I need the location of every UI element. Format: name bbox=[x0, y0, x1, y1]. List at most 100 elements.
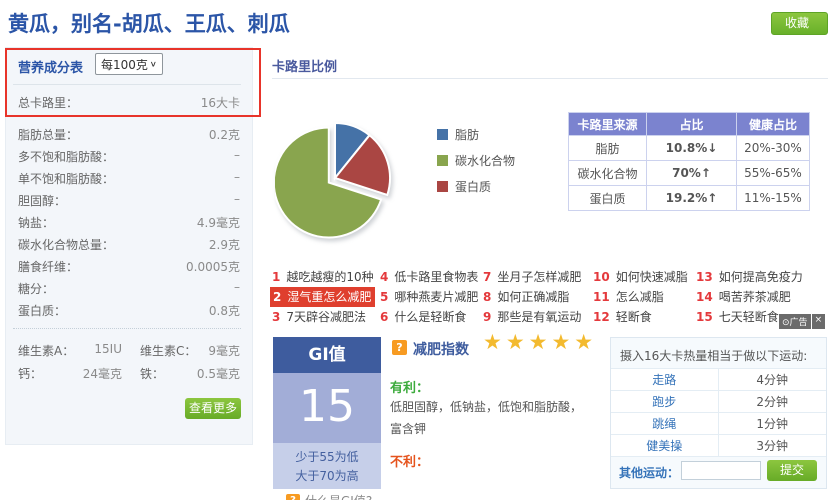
link-number: 7 bbox=[483, 270, 492, 284]
legend-swatch-protein bbox=[437, 181, 448, 192]
quick-link[interactable]: 3 7天辟谷减肥法 bbox=[272, 308, 366, 325]
quick-link[interactable]: 14 喝苦荞茶减肥 bbox=[696, 288, 791, 305]
link-text: 7天辟谷减肥法 bbox=[286, 310, 366, 324]
exercise-name-link[interactable]: 跳绳 bbox=[611, 412, 719, 435]
link-number: 5 bbox=[380, 290, 389, 304]
row-value: 0.0005克 bbox=[186, 260, 240, 274]
exercise-table: 走路 4分钟 跑步 2分钟 跳绳 1分钟 健美操 3分钟 bbox=[611, 368, 826, 457]
exercise-duration: 2分钟 bbox=[718, 390, 826, 413]
column-header: 占比 bbox=[646, 112, 737, 136]
table-row: 蛋白质 19.2%↑ 11%-15% bbox=[568, 185, 810, 211]
link-text: 如何提高免疫力 bbox=[718, 270, 803, 284]
link-number: 15 bbox=[696, 310, 713, 324]
row-label: 单不饱和脂肪酸： bbox=[18, 172, 115, 186]
link-text: 坐月子怎样减肥 bbox=[497, 270, 582, 284]
link-number: 14 bbox=[696, 290, 713, 304]
legend-swatch-fat bbox=[437, 129, 448, 140]
quick-link-highlighted[interactable]: 2 湿气重怎么减肥 bbox=[270, 287, 376, 307]
row-label: 膳食纤维： bbox=[18, 260, 79, 274]
quick-link[interactable]: 8 如何正确减脂 bbox=[483, 288, 569, 305]
row-value: 0.5毫克 bbox=[196, 367, 240, 381]
quick-link[interactable]: 15 七天轻断食 bbox=[696, 308, 779, 325]
row-value: 2.9克 bbox=[208, 238, 240, 252]
quick-link[interactable]: 12 轻断食 bbox=[593, 308, 652, 325]
favorite-button[interactable]: 收藏我 bbox=[771, 12, 828, 51]
pros-text: 富含钾 bbox=[390, 422, 427, 436]
link-text: 喝苦荞茶减肥 bbox=[718, 290, 791, 304]
row-value: 0.8克 bbox=[208, 304, 240, 318]
ad-eye-icon: ⊙ bbox=[782, 318, 790, 328]
nutrient-row: 糖分： – bbox=[18, 280, 240, 297]
divider bbox=[272, 78, 828, 79]
arrow-down-icon: ↓ bbox=[707, 141, 718, 155]
quick-link[interactable]: 4 低卡路里食物表 bbox=[380, 268, 478, 285]
link-number: 3 bbox=[272, 310, 281, 324]
row-value: 16大卡 bbox=[200, 96, 240, 110]
row-value: – bbox=[234, 170, 240, 184]
exercise-name-link[interactable]: 跑步 bbox=[611, 390, 719, 413]
link-text: 越吃越瘦的10种 bbox=[286, 270, 374, 284]
quick-link[interactable]: 6 什么是轻断食 bbox=[380, 308, 466, 325]
ad-close-icon[interactable]: × bbox=[811, 314, 826, 329]
link-number: 2 bbox=[273, 290, 282, 304]
legend-item-protein: 蛋白质 bbox=[437, 178, 515, 195]
legend-item-fat: 脂肪 bbox=[437, 126, 515, 143]
exercise-duration: 4分钟 bbox=[718, 368, 826, 391]
food-detail-page: 黄瓜，别名-胡瓜、王瓜、刺瓜 收藏我 营养成分表 每100克 ∨ 总卡路里： 1… bbox=[0, 0, 828, 500]
nutrient-row: 碳水化合物总量： 2.9克 bbox=[18, 236, 240, 253]
quick-link[interactable]: 9 那些是有氧运动 bbox=[483, 308, 581, 325]
exercise-row: 跑步 2分钟 bbox=[611, 390, 826, 413]
micro-row: 维生素C： 9毫克 bbox=[140, 342, 240, 359]
row-value: 0.2克 bbox=[208, 128, 240, 142]
link-number: 9 bbox=[483, 310, 492, 324]
healthy-cell: 11%-15% bbox=[736, 185, 810, 211]
other-exercise-row: 其他运动： 提交 bbox=[611, 456, 826, 488]
row-label: 维生素C： bbox=[140, 344, 197, 358]
quick-link[interactable]: 11 怎么减脂 bbox=[593, 288, 664, 305]
pros-label: 有利： bbox=[390, 381, 430, 396]
quick-link[interactable]: 1 越吃越瘦的10种 bbox=[272, 268, 374, 285]
exercise-row: 健美操 3分钟 bbox=[611, 434, 826, 457]
micro-row: 钙： 24毫克 bbox=[18, 365, 122, 382]
exercise-duration: 3分钟 bbox=[718, 434, 826, 457]
legend-label: 碳水化合物 bbox=[455, 154, 516, 168]
exercise-row: 走路 4分钟 bbox=[611, 368, 826, 391]
gi-value: 15 bbox=[273, 373, 381, 443]
legend-label: 蛋白质 bbox=[455, 180, 492, 194]
healthy-cell: 20%-30% bbox=[736, 135, 810, 161]
question-icon: ? bbox=[286, 493, 300, 500]
row-value: – bbox=[234, 192, 240, 206]
link-number: 13 bbox=[696, 270, 713, 284]
exercise-row: 跳绳 1分钟 bbox=[611, 412, 826, 435]
quick-link[interactable]: 10 如何快速减脂 bbox=[593, 268, 688, 285]
quick-link[interactable]: 5 哪种燕麦片减肥 bbox=[380, 288, 478, 305]
unit-select[interactable]: 每100克 ∨ bbox=[95, 53, 163, 75]
source-cell: 脂肪 bbox=[568, 135, 647, 161]
other-exercise-input[interactable] bbox=[681, 461, 761, 480]
ad-text: 广告 bbox=[789, 318, 808, 328]
nutrition-panel-title: 营养成分表 bbox=[18, 61, 84, 76]
question-icon[interactable]: ? bbox=[392, 340, 407, 355]
table-header-row: 卡路里来源 占比 健康占比 bbox=[568, 112, 810, 136]
source-cell: 蛋白质 bbox=[568, 185, 647, 211]
link-number: 1 bbox=[272, 270, 281, 284]
quick-link[interactable]: 13 如何提高免疫力 bbox=[696, 268, 803, 285]
row-label: 总卡路里： bbox=[18, 96, 79, 110]
column-header: 健康占比 bbox=[736, 112, 810, 136]
percent-value: 10.8% bbox=[665, 141, 708, 155]
row-value: 15IU bbox=[94, 342, 122, 356]
gi-box-title: GI值 bbox=[273, 337, 381, 373]
table-row: 碳水化合物 70%↑ 55%-65% bbox=[568, 160, 810, 186]
calorie-source-table: 卡路里来源 占比 健康占比 脂肪 10.8%↓ 20%-30% 碳水化合物 70… bbox=[568, 112, 810, 211]
divider bbox=[13, 84, 241, 85]
exercise-name-link[interactable]: 健美操 bbox=[611, 434, 719, 457]
exercise-panel-title: 摄入16大卡热量相当于做以下运动: bbox=[620, 349, 808, 363]
row-label: 钙： bbox=[18, 367, 43, 381]
submit-button[interactable]: 提交 bbox=[767, 460, 817, 481]
gi-note-high: 大于70为高 bbox=[295, 469, 359, 483]
quick-link[interactable]: 7 坐月子怎样减肥 bbox=[483, 268, 581, 285]
view-more-button[interactable]: 查看更多 bbox=[185, 398, 241, 419]
link-text: 哪种燕麦片减肥 bbox=[394, 290, 479, 304]
exercise-name-link[interactable]: 走路 bbox=[611, 368, 719, 391]
what-is-gi-link[interactable]: ? 什么是GI值? bbox=[286, 492, 372, 500]
